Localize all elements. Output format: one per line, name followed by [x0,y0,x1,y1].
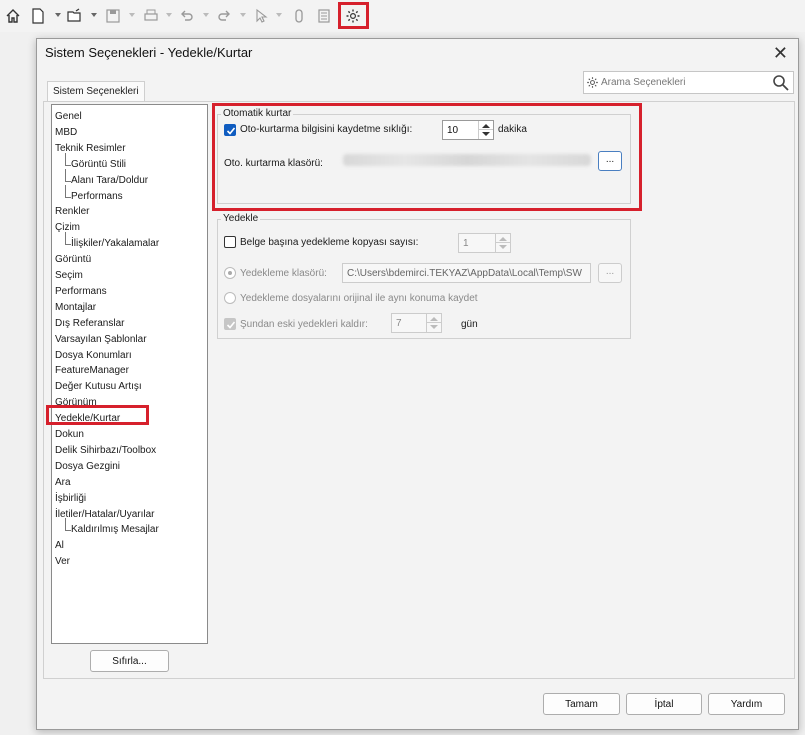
attach-icon[interactable] [292,7,306,25]
tree-item[interactable]: Dosya Gezgini [55,461,120,472]
tree-item[interactable]: Seçim [55,270,83,281]
delete-older-spin-buttons[interactable] [426,314,441,332]
options-highlight-box [338,2,369,29]
tree-item[interactable]: Delik Sihirbazı/Toolbox [55,445,156,456]
cancel-button[interactable]: İptal [626,693,702,715]
search-placeholder: Arama Seçenekleri [601,77,686,88]
file-properties-icon[interactable] [316,7,332,25]
tree-item[interactable]: FeatureManager [55,365,129,376]
tree-item[interactable]: Dosya Konumları [55,350,132,361]
tree-item[interactable]: MBD [55,127,77,138]
print-icon[interactable] [142,7,160,25]
tree-item[interactable]: Al [55,540,64,551]
delete-older-stepper[interactable]: 7 [391,313,442,333]
delete-older-value: 7 [396,318,402,329]
home-icon[interactable] [4,7,22,25]
print-dropdown-icon[interactable] [166,13,172,17]
undo-dropdown-icon[interactable] [203,13,209,17]
tree-item[interactable]: Performans [62,184,123,202]
selected-category-highlight [46,405,149,425]
tree-item[interactable]: Görüntü Stili [62,152,126,170]
tree-item[interactable]: Dokun [55,429,84,440]
backup-copies-checkbox[interactable] [224,236,236,248]
open-folder-icon[interactable] [66,7,84,25]
search-options-field[interactable]: Arama Seçenekleri [583,71,794,94]
category-tree[interactable]: Genel MBD Teknik Resimler Görüntü Stili Alan… [51,104,208,644]
autorecover-highlight-box [212,103,642,211]
copies-value: 1 [463,238,469,249]
undo-icon[interactable] [178,7,196,25]
open-dropdown-icon[interactable] [91,13,97,17]
tree-item[interactable]: Varsayılan Şablonlar [55,334,147,345]
delete-older-label: Şundan eski yedekleri kaldır: [240,319,368,330]
backup-browse-button[interactable]: ... [598,263,622,283]
reset-button[interactable]: Sıfırla... [90,650,169,672]
same-location-label: Yedekleme dosyalarını orijinal ile aynı … [240,293,478,304]
delete-older-checkbox[interactable] [224,318,236,330]
tree-item[interactable]: Renkler [55,206,89,217]
redo-dropdown-icon[interactable] [240,13,246,17]
new-file-icon[interactable] [30,7,46,25]
select-dropdown-icon[interactable] [276,13,282,17]
tree-item[interactable]: Görüntü [55,254,91,265]
tree-item[interactable]: Değer Kutusu Artışı [55,381,142,392]
main-toolbar [0,0,805,32]
copies-spin-buttons[interactable] [495,234,510,252]
save-dropdown-icon[interactable] [129,13,135,17]
tree-item[interactable]: Dış Referanslar [55,318,124,329]
search-gear-icon[interactable] [586,76,599,92]
backup-copies-stepper[interactable]: 1 [458,233,511,253]
help-button[interactable]: Yardım [708,693,785,715]
ok-button[interactable]: Tamam [543,693,620,715]
backup-group-label: Yedekle [221,213,261,224]
redo-icon[interactable] [215,7,233,25]
tree-item[interactable]: Performans [55,286,107,297]
delete-older-unit: gün [461,319,478,330]
tree-item[interactable]: Ara [55,477,71,488]
backup-folder-path[interactable]: C:\Users\bdemirci.TEKYAZ\AppData\Local\T… [342,263,591,283]
tree-item[interactable]: İlişkiler/Yakalamalar [62,232,159,249]
search-icon[interactable] [772,74,790,95]
backup-folder-label: Yedekleme klasörü: [240,268,327,279]
tree-item[interactable]: Genel [55,111,82,122]
save-icon[interactable] [104,7,122,25]
tree-item[interactable]: Montajlar [55,302,96,313]
same-location-radio[interactable] [224,292,236,304]
close-icon[interactable]: ✕ [773,43,788,64]
dialog-title: Sistem Seçenekleri - Yedekle/Kurtar [45,45,253,60]
backup-folder-radio[interactable] [224,267,236,279]
backup-copies-label: Belge başına yedekleme kopyası sayısı: [240,237,419,248]
tab-system-options[interactable]: Sistem Seçenekleri [47,81,145,102]
new-dropdown-icon[interactable] [55,13,61,17]
tree-item[interactable]: Ver [55,556,70,567]
tree-item[interactable]: Kaldırılmış Mesajlar [62,518,159,535]
select-icon[interactable] [253,7,269,25]
tree-item[interactable]: İşbirliği [55,493,86,504]
tree-item[interactable]: Alanı Tara/Doldur [62,168,148,186]
